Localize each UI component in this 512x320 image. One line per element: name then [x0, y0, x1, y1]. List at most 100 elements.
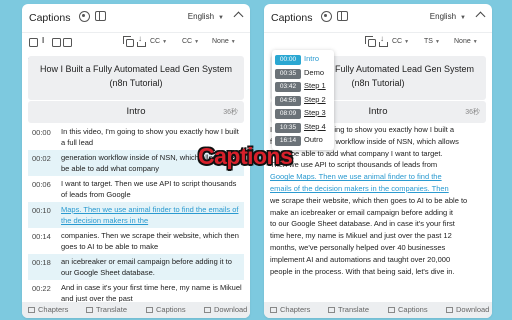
- gear-icon[interactable]: [321, 11, 332, 22]
- download-icon[interactable]: [137, 34, 146, 47]
- none-select[interactable]: None ▼: [212, 38, 236, 45]
- chapter-menu-time: 00:00: [275, 55, 301, 65]
- tab-download[interactable]: Download: [446, 305, 489, 314]
- transcript-line: people in the process. With that being s…: [270, 266, 455, 276]
- ts-select[interactable]: TS ▼: [424, 38, 440, 45]
- chapter-menu-item[interactable]: 03:42 Step 1: [275, 81, 326, 93]
- chapter-menu-time: 08:09: [275, 109, 301, 119]
- tab-translate[interactable]: Translate: [86, 305, 127, 314]
- cc-select[interactable]: CC ▼: [150, 38, 167, 45]
- tab-chapters[interactable]: Chapters: [28, 305, 68, 314]
- caption-text: Maps. Then we use animal finder to find …: [61, 205, 239, 225]
- tab-captions[interactable]: Captions: [388, 305, 428, 314]
- chapter-menu-name: Intro: [304, 54, 320, 63]
- panel-title: Captions: [271, 12, 313, 24]
- chapter-duration: 36秒: [465, 109, 480, 116]
- chapter-menu-name: Step 3: [304, 108, 326, 117]
- chapter-menu-item[interactable]: 04:56 Step 2: [275, 95, 326, 107]
- cc-select-2[interactable]: CC ▼: [182, 38, 199, 45]
- chapter-menu-time: 10:35: [275, 122, 301, 133]
- transcript-line: make an icebreaker or email campaign bef…: [270, 207, 454, 217]
- caption-timestamp[interactable]: 00:22: [32, 284, 51, 293]
- panel-header: Captions English ▼: [264, 4, 492, 32]
- divider: [22, 32, 250, 33]
- footer-tabs: Chapters Translate Captions Download: [264, 302, 492, 318]
- video-title-card: How I Built a Fully Automated Lead Gen S…: [28, 56, 244, 100]
- language-select[interactable]: English ▼: [430, 12, 466, 21]
- caption-text: And in case it's your first time here, m…: [61, 283, 242, 303]
- caption-timestamp[interactable]: 00:06: [32, 180, 51, 189]
- tab-chapters[interactable]: Chapters: [270, 305, 310, 314]
- panel-header: Captions English ▼: [22, 4, 250, 32]
- none-select[interactable]: None ▼: [454, 38, 478, 45]
- translate-icon: [328, 307, 335, 313]
- dock-icon[interactable]: [95, 11, 106, 21]
- transcript-line: to our Google Sheet database. And in cas…: [270, 219, 455, 229]
- caption-row[interactable]: 00:06 I want to target. Then we use API t…: [28, 176, 244, 202]
- caption-timestamp[interactable]: 00:10: [32, 206, 51, 215]
- transcript-line: time here, my name is Mikuel and just ov…: [270, 231, 452, 241]
- chapter-duration: 36秒: [223, 109, 238, 116]
- video-title-line-1: How I Built a Fully Automated Lead Gen S…: [39, 64, 233, 74]
- chapters-icon: [270, 307, 277, 313]
- tab-translate[interactable]: Translate: [328, 305, 369, 314]
- caption-timestamp[interactable]: 00:00: [32, 128, 51, 137]
- tab-download[interactable]: Download: [204, 305, 247, 314]
- transcript-line: months, we've personally helped over 40 …: [270, 242, 446, 252]
- caption-row[interactable]: 00:10 Maps. Then we use animal finder to …: [28, 202, 244, 228]
- copy-icon[interactable]: [365, 36, 376, 47]
- chapter-menu-time: 04:56: [275, 95, 301, 106]
- chapter-menu-time: 03:42: [275, 82, 301, 92]
- captions-icon: [388, 307, 395, 313]
- text-cursor-icon[interactable]: I: [42, 36, 51, 45]
- toolbar: I CC▼ CC▼ None▼: [22, 34, 250, 52]
- language-select[interactable]: English ▼: [188, 12, 224, 21]
- chevron-down-icon: ▼: [460, 15, 466, 21]
- chapter-menu-item[interactable]: 10:35 Step 4: [275, 122, 326, 134]
- copy-icon[interactable]: [123, 36, 134, 47]
- caption-row[interactable]: 00:18 an icebreaker or email campaign bef…: [28, 254, 244, 280]
- chapter-menu-time: 00:35: [275, 68, 301, 79]
- transcript-line: emails of the decision makers in the com…: [270, 183, 449, 193]
- chapter-name: Intro: [126, 106, 146, 117]
- captions-banner: Captions: [198, 143, 293, 169]
- translate-icon[interactable]: [63, 38, 72, 47]
- caption-timestamp[interactable]: 00:02: [32, 154, 51, 163]
- download-icon[interactable]: [379, 34, 388, 47]
- video-title-line-2: (n8n Tutorial): [109, 78, 163, 88]
- layout-icon[interactable]: [29, 38, 38, 47]
- chapter-menu-name: Step 4: [304, 121, 326, 131]
- chapter-menu: 00:00 Intro 00:35 Demo 03:42 Step 1 04:56 Step …: [272, 50, 334, 150]
- cc-select[interactable]: CC ▼: [392, 38, 409, 45]
- caption-text: I want to target. Then we use API to scr…: [61, 179, 237, 199]
- footer-tabs: Chapters Translate Captions Download: [22, 302, 250, 318]
- chevron-down-icon: ▼: [218, 15, 224, 21]
- transcript-line: implement AI and automations and taught …: [270, 254, 451, 264]
- chapter-menu-name: Demo: [304, 67, 325, 77]
- caption-timestamp[interactable]: 00:18: [32, 258, 51, 267]
- download-icon: [204, 307, 211, 313]
- chevron-up-icon[interactable]: [475, 11, 486, 22]
- dock-icon[interactable]: [337, 11, 348, 21]
- caption-row[interactable]: 00:14 companies. Then we scrape their web…: [28, 228, 244, 254]
- tab-captions[interactable]: Captions: [146, 305, 186, 314]
- transcript-line: Then we use API to script thousands of l…: [270, 160, 438, 170]
- transcript-line: we scrape their website, which then goes…: [270, 195, 468, 205]
- transcript-line: Google Maps. Then we use animal finder t…: [270, 172, 442, 182]
- download-icon: [446, 307, 453, 313]
- caption-text: companies. Then we scrape their website,…: [61, 231, 239, 251]
- chapter-menu-item[interactable]: 00:35 Demo: [275, 68, 324, 80]
- chapter-menu-item[interactable]: 00:00 Intro: [275, 54, 319, 66]
- chapter-header[interactable]: Intro 36秒: [28, 101, 244, 123]
- chapter-menu-name: Outro: [304, 135, 323, 144]
- chevron-up-icon[interactable]: [233, 11, 244, 22]
- caption-timestamp[interactable]: 00:14: [32, 232, 51, 241]
- gear-icon[interactable]: [79, 11, 90, 22]
- chapter-menu-item[interactable]: 08:09 Step 3: [275, 108, 326, 120]
- chapter-menu-name: Step 2: [304, 94, 326, 104]
- crop-icon[interactable]: [52, 38, 61, 47]
- language-label: English: [187, 12, 215, 21]
- chapter-menu-name: Step 1: [304, 81, 326, 90]
- captions-icon: [146, 307, 153, 313]
- divider: [264, 32, 492, 33]
